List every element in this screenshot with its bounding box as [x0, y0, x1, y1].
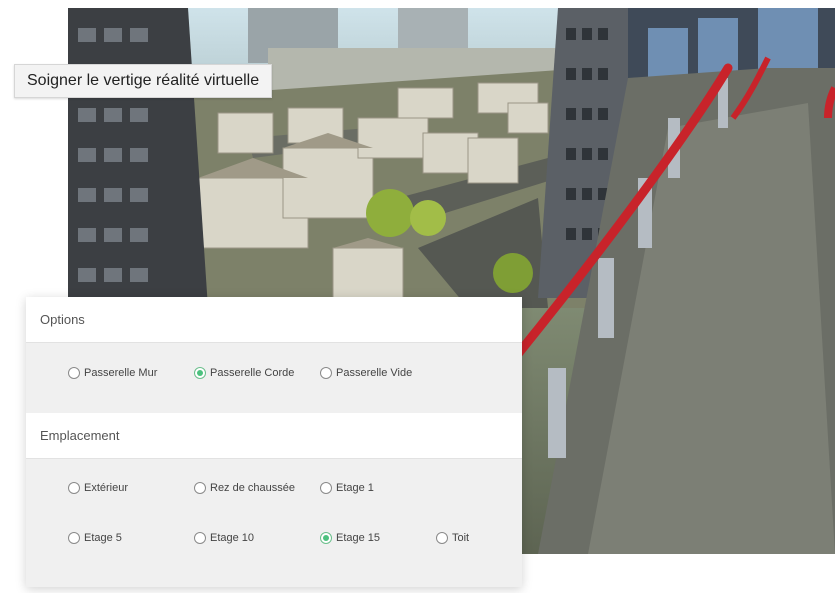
radio-exterieur[interactable]: Extérieur [68, 482, 128, 494]
radio-etage-15[interactable]: Etage 15 [320, 532, 380, 544]
radio-circle-icon [68, 367, 80, 379]
radio-passerelle-mur[interactable]: Passerelle Mur [68, 367, 157, 379]
radio-circle-icon [68, 532, 80, 544]
radio-circle-icon [320, 367, 332, 379]
radio-etage-10[interactable]: Etage 10 [194, 532, 254, 544]
radio-passerelle-corde[interactable]: Passerelle Corde [194, 367, 294, 379]
radio-etage-5[interactable]: Etage 5 [68, 532, 122, 544]
radio-passerelle-vide[interactable]: Passerelle Vide [320, 367, 412, 379]
radio-etage-1[interactable]: Etage 1 [320, 482, 374, 494]
radio-rez-de-chaussee[interactable]: Rez de chaussée [194, 482, 295, 494]
radio-circle-icon [320, 482, 332, 494]
radio-selected-icon [320, 532, 332, 544]
radio-circle-icon [194, 532, 206, 544]
radio-circle-icon [436, 532, 448, 544]
options-header: Options [26, 297, 522, 343]
settings-panel: Options Passerelle Mur Passerelle Corde … [26, 297, 522, 587]
title-tooltip: Soigner le vertige réalité virtuelle [14, 64, 273, 98]
radio-selected-icon [194, 367, 206, 379]
radio-circle-icon [68, 482, 80, 494]
radio-circle-icon [194, 482, 206, 494]
radio-toit[interactable]: Toit [436, 532, 469, 544]
emplacement-header: Emplacement [26, 413, 522, 459]
